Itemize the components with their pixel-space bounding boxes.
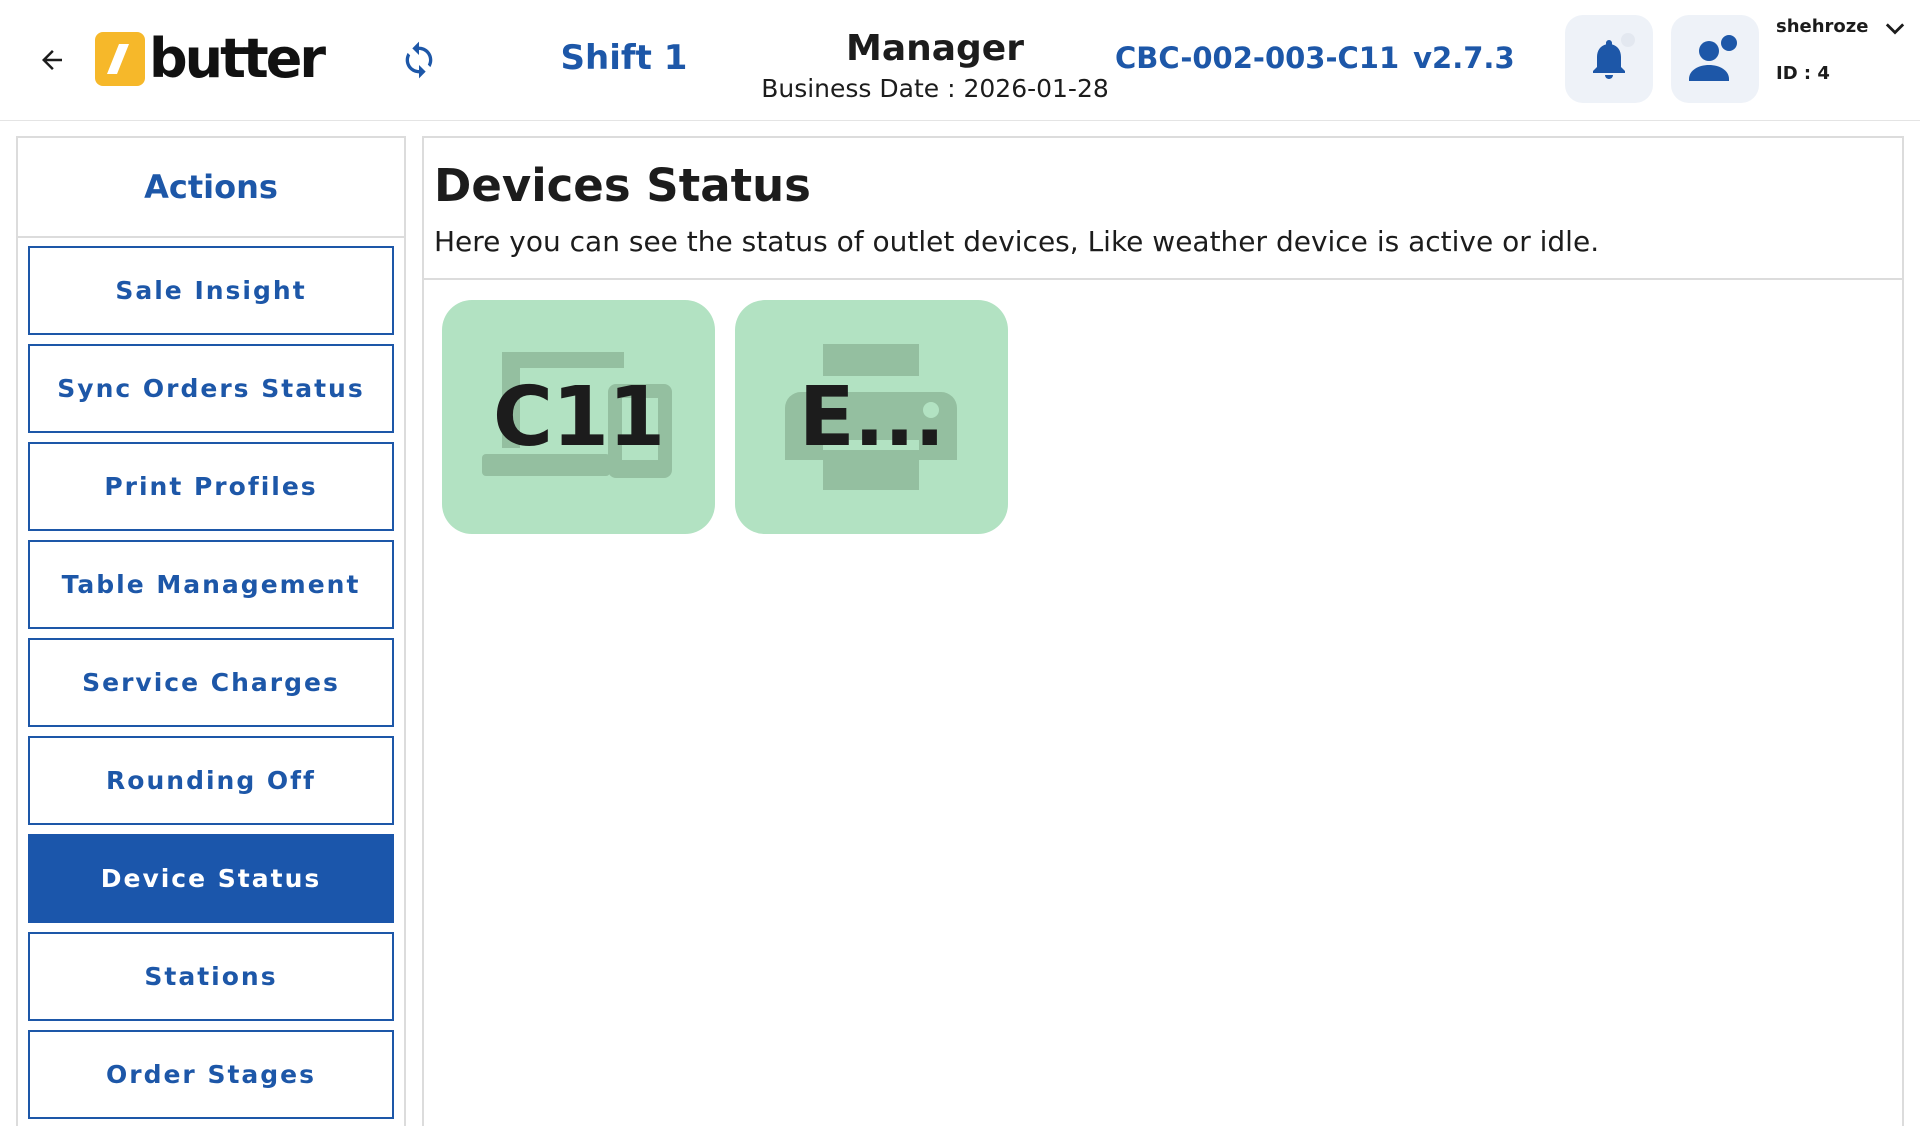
notification-dot (1621, 33, 1635, 47)
actions-sidebar: Actions Sale Insight Sync Orders Status … (16, 136, 406, 1126)
user-id: ID : 4 (1776, 63, 1830, 84)
app-version-label: v2.7.3 (1413, 41, 1515, 75)
sidebar-item-rounding-off[interactable]: Rounding Off (28, 736, 394, 825)
sidebar-item-service-charges[interactable]: Service Charges (28, 638, 394, 727)
device-code: CBC-002-003-C11 v2.7.3 (1115, 36, 1515, 80)
arrow-left-icon (42, 50, 62, 70)
sidebar-item-print-profiles[interactable]: Print Profiles (28, 442, 394, 531)
sidebar-item-sync-orders-status[interactable]: Sync Orders Status (28, 344, 394, 433)
sidebar-item-table-management[interactable]: Table Management (28, 540, 394, 629)
page-description: Here you can see the status of outlet de… (434, 225, 1600, 258)
device-label: C11 (492, 369, 665, 465)
profile-button[interactable] (1671, 15, 1759, 103)
sync-icon (405, 41, 433, 79)
role-block: Manager Business Date : 2026-01-28 (740, 26, 1130, 106)
device-label: E... (798, 369, 945, 465)
device-card-printer[interactable]: E... (735, 300, 1008, 534)
sidebar-header: Actions (18, 138, 404, 238)
shift-label[interactable]: Shift 1 (524, 36, 724, 80)
notifications-button[interactable] (1565, 15, 1653, 103)
device-card-c11[interactable]: C11 (442, 300, 715, 534)
page-title: Devices Status (434, 159, 811, 212)
logo-text: butter (149, 27, 326, 90)
sidebar-item-sale-insight[interactable]: Sale Insight (28, 246, 394, 335)
sidebar-item-device-status[interactable]: Device Status (28, 834, 394, 923)
user-name: shehroze (1776, 16, 1869, 37)
panel-header: Devices Status Here you can see the stat… (424, 138, 1902, 280)
butter-logo-mark-icon (95, 32, 145, 86)
user-icon (1689, 35, 1737, 81)
back-button[interactable] (32, 40, 72, 80)
user-menu-toggle[interactable] (1880, 14, 1910, 44)
sidebar-title: Actions (144, 168, 278, 206)
chevron-down-icon (1885, 23, 1905, 35)
top-bar: butter Shift 1 Manager Business Date : 2… (0, 0, 1920, 121)
butter-logo: butter (95, 27, 326, 90)
sidebar-item-stations[interactable]: Stations (28, 932, 394, 1021)
devices-status-panel: Devices Status Here you can see the stat… (422, 136, 1904, 1126)
sync-button[interactable] (397, 36, 441, 84)
sidebar-list: Sale Insight Sync Orders Status Print Pr… (18, 238, 404, 1119)
page: butter Shift 1 Manager Business Date : 2… (0, 0, 1920, 1126)
role-title: Manager (846, 28, 1024, 69)
business-date: Business Date : 2026-01-28 (761, 74, 1109, 103)
sidebar-item-order-stages[interactable]: Order Stages (28, 1030, 394, 1119)
device-id-label: CBC-002-003-C11 (1115, 41, 1400, 75)
device-grid: C11 E... (424, 280, 1902, 554)
